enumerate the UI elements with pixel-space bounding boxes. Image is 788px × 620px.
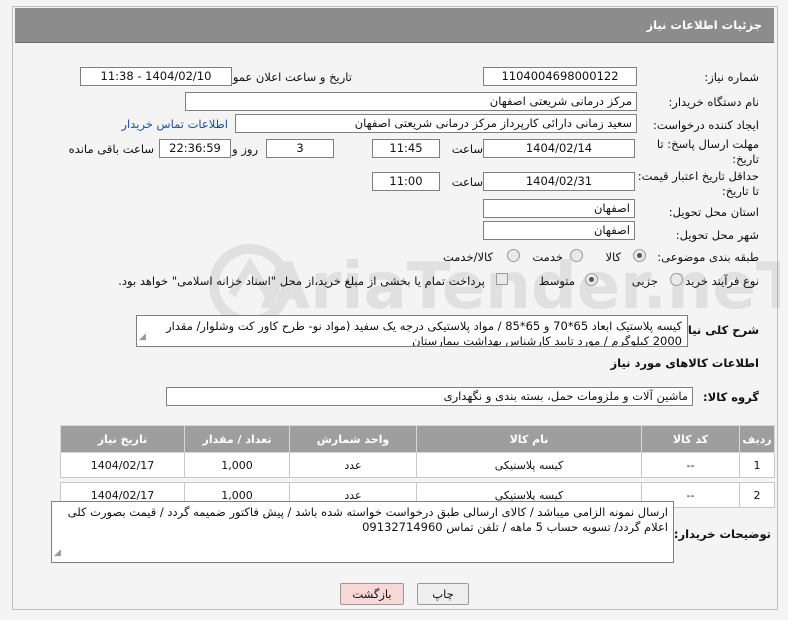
validity-date-field: 1404/02/31 [483,172,635,191]
buyer-org-field: مرکز درمانی شریعتی اصفهان [185,92,637,111]
buyer-notes-textarea: ارسال نمونه الزامی میباشد / کالای ارسالی… [51,501,674,563]
cell-quantity: 1,000 [184,452,290,478]
col-row: ردیف [739,425,775,453]
resize-grip-icon[interactable]: ◢ [54,546,61,561]
province-field: اصفهان [483,199,635,218]
description-textarea: کیسه پلاستیک ابعاد 65*70 و 65*85 / مواد … [136,315,688,347]
deadline-date-field: 1404/02/14 [483,139,635,158]
panel-header: جزئیات اطلاعات نیاز [15,8,774,43]
col-name: نام کالا [416,425,642,453]
creator-label: ایجاد کننده درخواست: [653,118,759,132]
goods-group-label: گروه کالا: [703,390,759,404]
cell-row: 2 [739,482,775,508]
contact-info-link[interactable]: اطلاعات تماس خریدار [121,117,228,131]
category-option-service: خدمت [532,250,563,264]
cell-name: کیسه پلاستیکی [416,452,642,478]
deadline-label: مهلت ارسال پاسخ: تا [656,137,759,151]
need-number-label: شماره نیاز: [704,70,759,84]
remaining-time-field: 22:36:59 [159,139,231,158]
category-option-both: کالا/خدمت [442,250,493,264]
goods-info-title: اطلاعات کالاهای مورد نیاز [610,356,759,370]
deadline-time-field: 11:45 [372,139,440,158]
remaining-days-field: 3 [266,139,334,158]
buyer-notes-label: توضیحات خریدار: [673,527,771,541]
table-row: 1 -- کیسه پلاستیکی عدد 1,000 1404/02/17 [60,452,775,478]
col-quantity: تعداد / مقدار [184,425,290,453]
col-need-date: تاریخ نیاز [60,425,185,453]
goods-table: ردیف کد کالا نام کالا واحد شمارش تعداد /… [60,425,775,508]
category-label: طبقه بندی موضوعی: [657,250,759,264]
cell-unit: عدد [289,452,417,478]
province-label: استان محل تحویل: [668,205,759,219]
validity-time-field: 11:00 [372,172,440,191]
cell-code: -- [641,452,740,478]
creator-field: سعید زمانی دارائی کارپرداز مرکز درمانی ش… [235,114,637,133]
table-header-row: ردیف کد کالا نام کالا واحد شمارش تعداد /… [60,425,775,453]
buyer-notes-text: ارسال نمونه الزامی میباشد / کالای ارسالی… [67,505,668,534]
buyer-org-label: نام دستگاه خریدار: [668,95,759,109]
remaining-time-label: ساعت باقی مانده [68,142,154,156]
page-title: جزئیات اطلاعات نیاز [646,18,762,32]
deadline-time-label: ساعت [451,142,483,156]
process-radio-medium[interactable] [585,273,598,286]
back-button[interactable]: بازگشت [340,583,404,605]
validity-date-label: تا تاریخ: [721,184,759,198]
cell-row: 1 [739,452,775,478]
category-radio-both[interactable] [507,249,520,262]
goods-group-field: ماشین آلات و ملزومات حمل، بسته بندی و نگ… [166,387,693,406]
need-number-field: 1104004698000122 [483,67,637,86]
announce-datetime-field: 1404/02/10 - 11:38 [80,67,232,86]
treasury-checkbox[interactable] [496,273,508,285]
city-label: شهر محل تحویل: [675,228,759,242]
col-unit: واحد شمارش [289,425,417,453]
city-field: اصفهان [483,221,635,240]
category-radio-service[interactable] [570,249,583,262]
validity-time-label: ساعت [451,175,483,189]
cell-need-date: 1404/02/17 [60,452,185,478]
deadline-date-label: تاریخ: [732,152,759,166]
description-label: شرح کلی نیاز: [676,323,759,337]
days-label: روز و [232,142,258,156]
print-button[interactable]: چاپ [417,583,469,605]
resize-grip-icon[interactable]: ◢ [139,330,146,345]
process-option-minor: جزیی [631,274,658,288]
category-radio-goods[interactable] [633,249,646,262]
validity-label: حداقل تاریخ اعتبار قیمت: [637,169,759,183]
treasury-note: پرداخت تمام یا بخشی از مبلغ خرید،از محل … [118,274,485,288]
process-radio-minor[interactable] [670,273,683,286]
announce-datetime-label: تاریخ و ساعت اعلان عمومی: [213,70,352,84]
process-label: نوع فرآیند خرید : [677,274,759,288]
description-text: کیسه پلاستیک ابعاد 65*70 و 65*85 / مواد … [166,319,682,347]
col-code: کد کالا [641,425,740,453]
category-option-goods: کالا [605,250,621,264]
process-option-medium: متوسط [538,274,575,288]
